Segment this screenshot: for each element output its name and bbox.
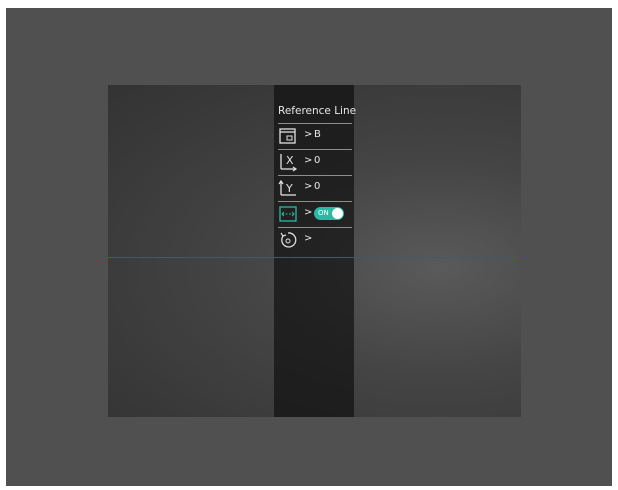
menu-divider (278, 149, 352, 150)
device-screen: Reference Line > B X > 0 Y > 0 > ON > (6, 8, 612, 486)
y-axis-icon: Y (278, 178, 298, 198)
reference-line (108, 257, 521, 258)
position-value: B (314, 129, 321, 140)
chevron-right-icon: > (304, 233, 313, 244)
menu-title: Reference Line (278, 105, 357, 117)
menu-divider (278, 175, 352, 176)
toggle-knob (332, 208, 343, 219)
menu-item-reset[interactable]: > (278, 229, 358, 251)
menu-item-reference-line-toggle[interactable]: > ON (278, 203, 358, 225)
x-offset-value: 0 (314, 155, 321, 166)
menu-divider (278, 201, 352, 202)
menu-item-x-offset[interactable]: X > 0 (278, 151, 358, 173)
menu-item-y-offset[interactable]: Y > 0 (278, 177, 358, 199)
chevron-right-icon: > (304, 129, 313, 140)
svg-text:Y: Y (285, 182, 293, 195)
menu-item-position[interactable]: > B (278, 125, 358, 147)
reference-line-toggle-switch[interactable]: ON (314, 207, 344, 220)
menu-divider (278, 123, 352, 124)
reset-icon (278, 230, 298, 250)
svg-text:X: X (286, 154, 294, 167)
chevron-right-icon: > (304, 207, 313, 218)
reference-position-icon (278, 126, 298, 146)
reference-line-toggle-icon (278, 204, 298, 224)
thermal-viewport: Reference Line > B X > 0 Y > 0 > ON > (108, 85, 521, 417)
chevron-right-icon: > (304, 155, 313, 166)
menu-divider (278, 227, 352, 228)
y-offset-value: 0 (314, 181, 321, 192)
chevron-right-icon: > (304, 181, 313, 192)
toggle-on-label: ON (318, 209, 329, 217)
x-axis-icon: X (278, 152, 298, 172)
